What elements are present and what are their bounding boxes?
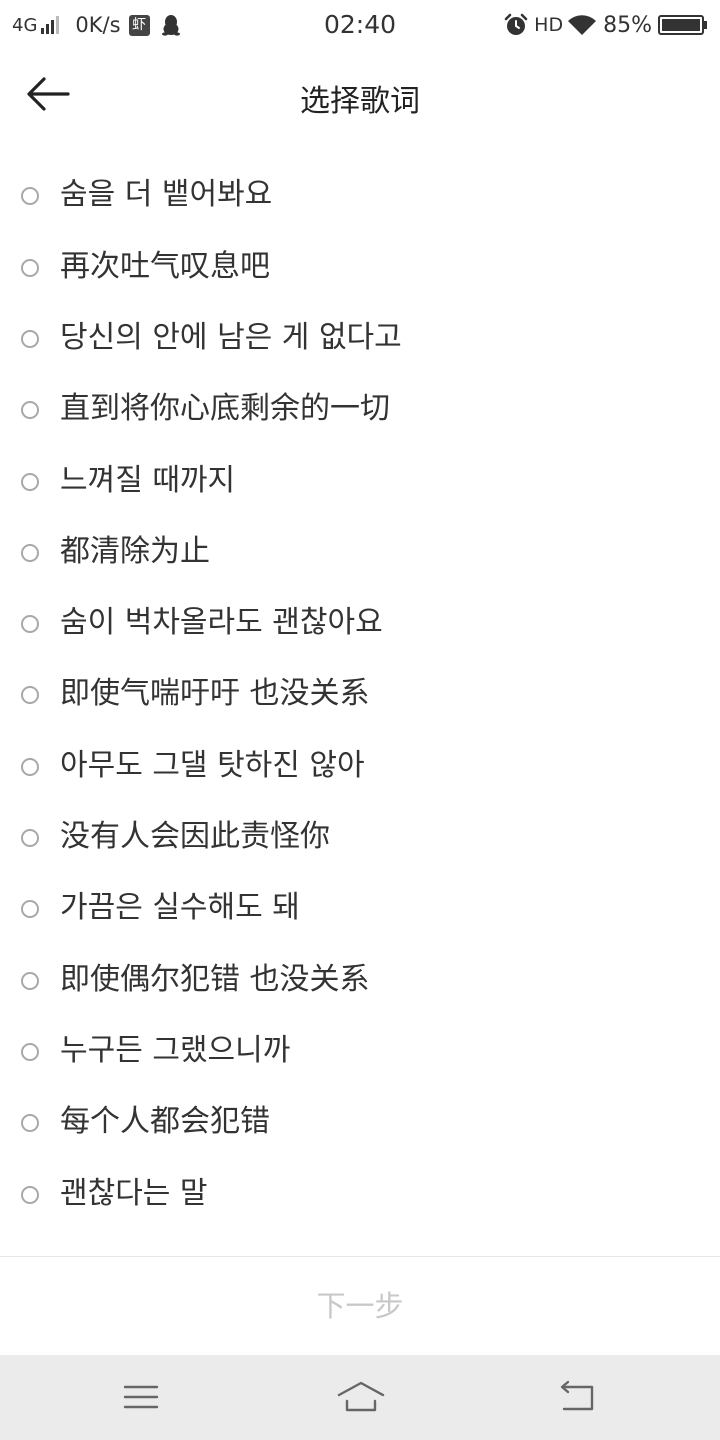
battery-icon xyxy=(658,15,707,35)
lyric-text: 숨을 더 뱉어봐요 xyxy=(60,177,273,213)
lyric-item[interactable]: 每个人都会犯错 xyxy=(0,1093,720,1153)
status-bar: 4G 0K/s 虾 02:40 HD 85% xyxy=(0,0,720,50)
radio-button[interactable] xyxy=(21,615,39,634)
lyric-text: 感到麻木痛苦的为止 xyxy=(60,138,330,141)
lyric-item[interactable]: 即使偶尔犯错 也没关系 xyxy=(0,951,720,1011)
lyric-text: 누구든 그랬으니까 xyxy=(60,1032,291,1068)
lyric-item[interactable]: 没有人会因此责怪你 xyxy=(0,808,720,868)
lyric-item[interactable]: 都清除为止 xyxy=(0,523,720,583)
page-title: 选择歌词 xyxy=(300,84,420,119)
radio-button[interactable] xyxy=(21,900,39,919)
radio-button[interactable] xyxy=(21,686,39,705)
radio-button[interactable] xyxy=(21,472,39,491)
radio-button[interactable] xyxy=(21,829,39,847)
lyric-item[interactable]: 누구든 그랬으니까 xyxy=(0,1022,720,1082)
app-header: 选择歌词 xyxy=(0,50,720,138)
lyric-text: 당신의 안에 남은 게 없다고 xyxy=(60,319,402,355)
lyric-item[interactable]: 即使气喘吁吁 也没关系 xyxy=(0,665,720,725)
menu-icon[interactable] xyxy=(119,1377,163,1417)
back-icon[interactable] xyxy=(556,1377,600,1417)
radio-button[interactable] xyxy=(21,757,39,776)
hd-indicator: HD xyxy=(534,14,564,36)
lyric-text: 没有人会因此责怪你 xyxy=(60,819,330,854)
radio-button[interactable] xyxy=(21,543,39,562)
radio-button[interactable] xyxy=(21,1042,39,1061)
lyric-item[interactable]: 당신의 안에 남은 게 없다고 xyxy=(0,309,720,369)
battery-percentage: 85% xyxy=(603,12,652,38)
lyric-text: 每个人都会犯错 xyxy=(60,1104,270,1140)
lyric-item[interactable]: 숨이 벅차올라도 괜찮아요 xyxy=(0,594,720,654)
lyric-text: 느껴질 때까지 xyxy=(60,462,236,498)
radio-button[interactable] xyxy=(21,258,39,277)
lyric-text: 괜찮다는 말 xyxy=(60,1175,208,1211)
lyric-text: 直到将你心底剩余的一切 xyxy=(60,391,390,427)
lyric-item[interactable]: 感到麻木痛苦的为止 xyxy=(0,138,720,155)
lyric-text: 아무도 그댈 탓하진 않아 xyxy=(60,747,365,783)
lyric-item[interactable]: 아무도 그댈 탓하진 않아 xyxy=(0,737,720,797)
lyric-text: 即使偶尔犯错 也没关系 xyxy=(60,961,370,997)
lyric-item[interactable]: 느껴질 때까지 xyxy=(0,452,720,512)
lyric-item[interactable]: 숨을 더 뱉어봐요 xyxy=(0,166,720,226)
lyric-text: 가끔은 실수해도 돼 xyxy=(60,890,300,926)
alarm-icon xyxy=(504,13,528,35)
lyric-item[interactable]: 괜찮다는 말 xyxy=(0,1165,720,1225)
wifi-icon xyxy=(568,15,597,36)
lyric-text: 即使气喘吁吁 也没关系 xyxy=(60,676,370,712)
lyric-text: 都清除为止 xyxy=(60,533,210,569)
status-right: HD 85% xyxy=(504,10,708,40)
radio-button[interactable] xyxy=(21,329,39,348)
lyric-item[interactable]: 再次吐气叹息吧 xyxy=(0,238,720,298)
next-step-button[interactable]: 下一步 xyxy=(0,1257,720,1355)
lyric-text: 숨이 벅차올라도 괜찮아요 xyxy=(60,605,383,641)
radio-button[interactable] xyxy=(21,971,39,990)
lyric-item[interactable]: 直到将你心底剩余的一切 xyxy=(0,380,720,440)
system-nav-bar xyxy=(0,1355,720,1440)
radio-button[interactable] xyxy=(21,1114,39,1133)
lyric-text: 再次吐气叹息吧 xyxy=(60,248,270,284)
lyrics-list: 感到麻木痛苦的为止 숨을 더 뱉어봐요 再次吐气叹息吧 당신의 안에 남은 게 없다고… xyxy=(0,138,720,1256)
home-icon[interactable] xyxy=(336,1377,386,1417)
radio-button[interactable] xyxy=(21,1185,39,1204)
lyric-item[interactable]: 가끔은 실수해도 돼 xyxy=(0,879,720,939)
radio-button[interactable] xyxy=(21,401,39,420)
radio-button[interactable] xyxy=(21,187,39,206)
